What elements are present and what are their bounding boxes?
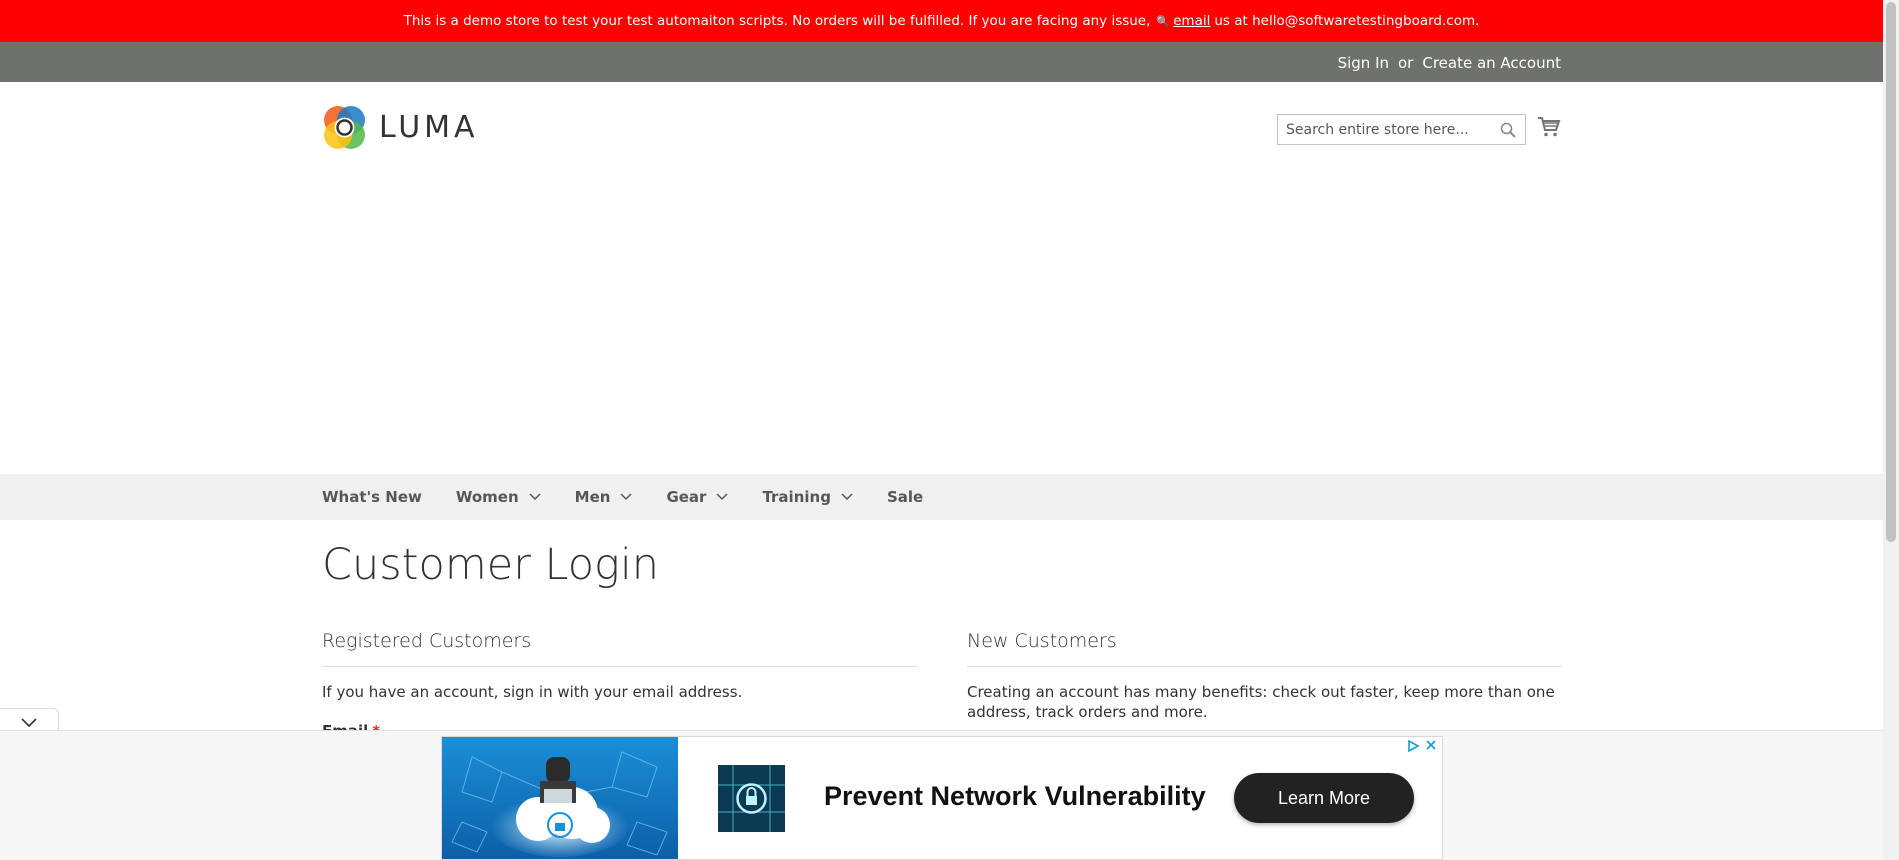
search-icon[interactable]: [1499, 121, 1517, 139]
cart-icon[interactable]: [1537, 115, 1561, 139]
page: This is a demo store to test your test a…: [0, 0, 1883, 860]
registered-customers-title: Registered Customers: [322, 630, 532, 652]
chevron-down-icon: [841, 493, 853, 501]
or-separator: or: [1398, 54, 1414, 72]
scrollbar-thumb[interactable]: [1886, 2, 1896, 542]
registered-customers-text: If you have an account, sign in with you…: [322, 683, 743, 701]
nav-item-label: What's New: [322, 488, 422, 506]
nav-item-label: Sale: [886, 488, 924, 506]
nav-item-gear[interactable]: Gear: [666, 488, 728, 506]
nav-item-label: Women: [455, 488, 519, 506]
chevron-down-icon: [21, 718, 37, 728]
divider: [322, 666, 917, 667]
logo[interactable]: LUMA: [322, 105, 479, 150]
header-links: Sign In or Create an Account: [1338, 54, 1561, 72]
key-icon: 🔍: [1156, 14, 1171, 28]
logo-text: LUMA: [379, 110, 479, 145]
sign-in-link[interactable]: Sign In: [1338, 54, 1389, 72]
ad-thumbnail-icon: [718, 765, 785, 832]
page-title: Customer Login: [322, 540, 660, 590]
nav-item-label: Gear: [666, 488, 707, 506]
demo-notice: This is a demo store to test your test a…: [0, 0, 1883, 42]
search-box: [1277, 114, 1526, 145]
page-scrollbar[interactable]: [1883, 0, 1899, 860]
close-icon[interactable]: [1424, 738, 1438, 752]
new-customers-title: New Customers: [967, 630, 1117, 652]
create-account-link[interactable]: Create an Account: [1422, 54, 1561, 72]
nav-item-sale[interactable]: Sale: [887, 488, 923, 506]
header-panel: [0, 42, 1883, 82]
ad-image: [442, 737, 678, 859]
learn-more-button[interactable]: Learn More: [1234, 773, 1414, 823]
demo-notice-text: This is a demo store to test your test a…: [403, 13, 1151, 29]
new-customers-text: Creating an account has many benefits: c…: [967, 683, 1555, 721]
ad-headline[interactable]: Prevent Network Vulnerability: [824, 781, 1206, 812]
advertisement[interactable]: Prevent Network Vulnerability Learn More: [441, 736, 1443, 860]
search-input[interactable]: [1278, 115, 1504, 144]
nav-item-label: Men: [574, 488, 611, 506]
chevron-down-icon: [620, 493, 632, 501]
nav-item-whats-new[interactable]: What's New: [322, 488, 422, 506]
chevron-down-icon: [716, 493, 728, 501]
chevron-down-icon: [529, 493, 541, 501]
email-link[interactable]: email: [1173, 13, 1210, 29]
nav-item-training[interactable]: Training: [762, 488, 853, 506]
divider: [967, 666, 1562, 667]
nav-item-women[interactable]: Women: [456, 488, 541, 506]
main-navigation: What's New Women Men Gear Training Sale: [0, 474, 1883, 520]
ad-choices-icon[interactable]: [1406, 739, 1420, 753]
nav-item-men[interactable]: Men: [575, 488, 633, 506]
nav-item-label: Training: [762, 488, 831, 506]
demo-notice-contact: us at hello@softwaretestingboard.com.: [1214, 13, 1480, 29]
luma-logo-icon: [324, 106, 365, 149]
